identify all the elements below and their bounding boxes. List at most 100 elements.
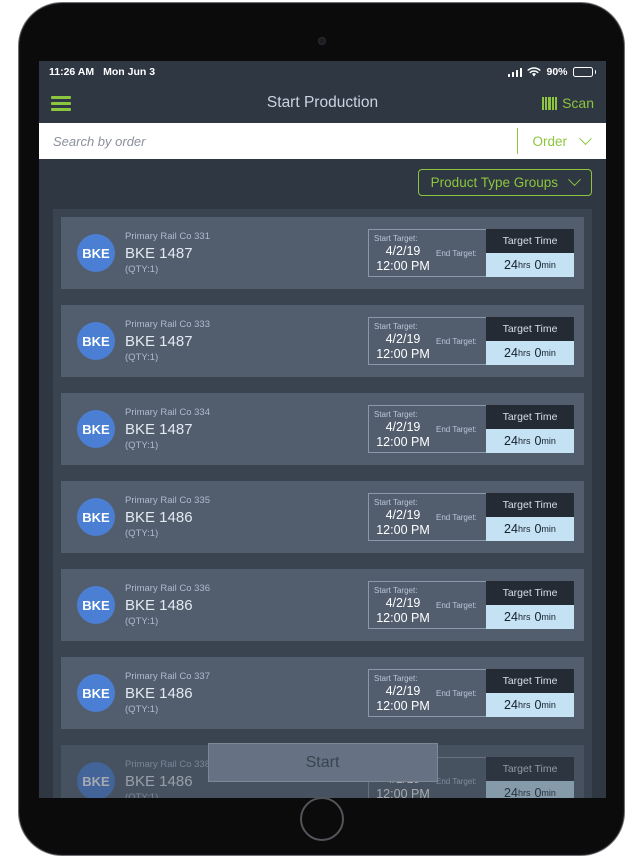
end-target-label: End Target:: [436, 248, 477, 258]
navigation-bar: Start Production Scan: [39, 83, 606, 123]
target-block: Start Target:4/2/1912:00 PM End Target: Ta…: [368, 229, 574, 277]
table-row[interactable]: BKE Primary Rail Co 335 BKE 1486 (QTY:1) Sta…: [61, 481, 584, 553]
target-time-header: Target Time: [486, 405, 574, 429]
start-target-time: 12:00 PM: [376, 346, 430, 361]
start-target-time: 12:00 PM: [376, 698, 430, 713]
signal-bars-icon: [507, 67, 523, 77]
start-target-label: Start Target:: [374, 233, 418, 243]
end-target-label: End Target:: [436, 688, 477, 698]
end-target-label: End Target:: [436, 336, 477, 346]
target-time-value: 24 hrs 0 min: [486, 253, 574, 277]
product-name: BKE 1487: [125, 421, 193, 438]
search-input[interactable]: [39, 133, 518, 149]
hamburger-menu-icon[interactable]: [51, 95, 71, 111]
target-time-value: 24 hrs 0 min: [486, 693, 574, 717]
target-dates: Start Target:4/2/1912:00 PM End Target:: [368, 669, 486, 717]
customer-name: Primary Rail Co 337: [125, 671, 210, 682]
status-bar-date: Mon Jun 3: [103, 66, 156, 78]
target-minutes: 0: [534, 434, 542, 448]
chevron-down-icon: [568, 172, 581, 186]
quantity-label: (QTY:1): [125, 704, 159, 715]
target-dates: Start Target:4/2/1912:00 PM End Target:: [368, 317, 486, 365]
order-info: Primary Rail Co 335 BKE 1486 (QTY:1): [125, 494, 368, 540]
product-name: BKE 1487: [125, 333, 193, 350]
target-hours: 24: [504, 698, 518, 712]
quantity-label: (QTY:1): [125, 264, 159, 275]
target-time-value: 24 hrs 0 min: [486, 341, 574, 365]
customer-name: Primary Rail Co 335: [125, 495, 210, 506]
target-time-value: 24 hrs 0 min: [486, 605, 574, 629]
product-name: BKE 1486: [125, 597, 193, 614]
target-time-value: 24 hrs 0 min: [486, 517, 574, 541]
status-bar-time: 11:26 AM: [49, 66, 95, 78]
target-minutes-unit: min: [541, 612, 556, 622]
home-button[interactable]: [299, 797, 344, 841]
target-hours: 24: [504, 786, 518, 798]
target-block: Start Target:4/2/1912:00 PM End Target: Ta…: [368, 317, 574, 365]
battery-percent-label: 90%: [546, 66, 568, 78]
end-target-label: End Target:: [436, 512, 477, 522]
table-row[interactable]: BKE Primary Rail Co 337 BKE 1486 (QTY:1) Sta…: [61, 657, 584, 729]
avatar: BKE: [77, 498, 115, 536]
production-order-list[interactable]: BKE Primary Rail Co 331 BKE 1487 (QTY:1) Sta…: [53, 209, 592, 798]
target-block: Start Target:4/2/1912:00 PM End Target: Ta…: [368, 493, 574, 541]
sort-order-label: Order: [532, 133, 567, 149]
target-time-header: Target Time: [486, 317, 574, 341]
avatar: BKE: [77, 322, 115, 360]
table-row[interactable]: BKE Primary Rail Co 331 BKE 1487 (QTY:1) Sta…: [61, 217, 584, 289]
sort-order-dropdown[interactable]: Order: [517, 128, 606, 154]
target-dates: Start Target:4/2/1912:00 PM End Target:: [368, 229, 486, 277]
target-time-header: Target Time: [486, 229, 574, 253]
product-type-groups-label: Product Type Groups: [430, 174, 558, 190]
start-target-label: Start Target:: [374, 673, 418, 683]
order-info: Primary Rail Co 334 BKE 1487 (QTY:1): [125, 406, 368, 452]
start-target-label: Start Target:: [374, 409, 418, 419]
target-time-header: Target Time: [486, 581, 574, 605]
table-row[interactable]: BKE Primary Rail Co 334 BKE 1487 (QTY:1) Sta…: [61, 393, 584, 465]
end-target-label: End Target:: [436, 776, 477, 786]
quantity-label: (QTY:1): [125, 792, 159, 798]
start-target-date: 4/2/19: [385, 595, 421, 610]
target-block: Start Target:4/2/1912:00 PM End Target: Ta…: [368, 581, 574, 629]
search-bar: Order: [39, 123, 606, 159]
target-time-block: Target Time 24 hrs 0 min: [486, 581, 574, 629]
status-bar-indicators: 90%: [507, 66, 596, 78]
avatar: BKE: [77, 410, 115, 448]
target-minutes-unit: min: [541, 260, 556, 270]
chevron-down-icon: [579, 131, 592, 145]
target-hours-unit: hrs: [517, 260, 531, 270]
target-minutes: 0: [534, 258, 542, 272]
customer-name: Primary Rail Co 331: [125, 231, 210, 242]
target-time-header: Target Time: [486, 757, 574, 781]
target-minutes-unit: min: [541, 348, 556, 358]
order-info: Primary Rail Co 337 BKE 1486 (QTY:1): [125, 670, 368, 716]
start-button[interactable]: Start: [207, 743, 438, 782]
order-info: Primary Rail Co 336 BKE 1486 (QTY:1): [125, 582, 368, 628]
start-target-time: 12:00 PM: [376, 786, 430, 799]
target-hours-unit: hrs: [517, 788, 531, 798]
filter-bar: Product Type Groups: [39, 159, 606, 205]
table-row[interactable]: BKE Primary Rail Co 333 BKE 1487 (QTY:1) Sta…: [61, 305, 584, 377]
start-target-label: Start Target:: [374, 321, 418, 331]
target-hours: 24: [504, 522, 518, 536]
product-type-groups-dropdown[interactable]: Product Type Groups: [417, 168, 592, 196]
target-hours-unit: hrs: [517, 700, 531, 710]
product-name: BKE 1487: [125, 245, 193, 262]
target-hours-unit: hrs: [517, 612, 531, 622]
table-row[interactable]: BKE Primary Rail Co 336 BKE 1486 (QTY:1) Sta…: [61, 569, 584, 641]
target-block: Start Target:4/2/1912:00 PM End Target: Ta…: [368, 669, 574, 717]
customer-name: Primary Rail Co 334: [125, 407, 210, 418]
scan-button[interactable]: Scan: [541, 95, 594, 111]
start-target-label: Start Target:: [374, 585, 418, 595]
start-target-date: 4/2/19: [385, 331, 421, 346]
status-bar: 11:26 AM Mon Jun 3 90%: [39, 61, 606, 83]
start-target-time: 12:00 PM: [376, 258, 430, 273]
front-camera-icon: [317, 37, 326, 45]
start-target-time: 12:00 PM: [376, 522, 430, 537]
avatar: BKE: [77, 762, 115, 798]
quantity-label: (QTY:1): [125, 528, 159, 539]
app-screen: 11:26 AM Mon Jun 3 90% Start Production …: [39, 61, 606, 798]
target-hours-unit: hrs: [517, 348, 531, 358]
start-target-time: 12:00 PM: [376, 610, 430, 625]
target-minutes: 0: [534, 698, 542, 712]
